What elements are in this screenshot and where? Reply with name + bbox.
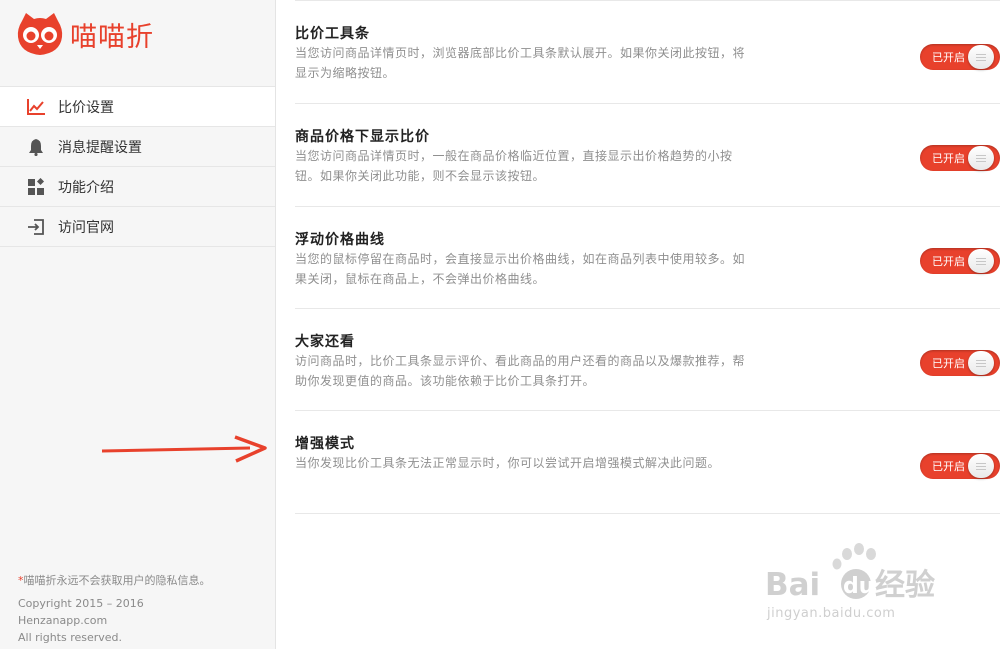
setting-title: 浮动价格曲线 xyxy=(295,232,385,248)
toggle-knob xyxy=(968,146,994,170)
setting-title: 商品价格下显示比价 xyxy=(295,129,430,145)
sidebar: 喵喵折 比价设置 消息提醒设置 功能介绍 访问官网 *喵喵折永远不会获取用户的隐… xyxy=(0,0,276,649)
watermark-brand: Bai xyxy=(765,567,820,603)
sidebar-item-label: 消息提醒设置 xyxy=(58,139,142,156)
privacy-note: *喵喵折永远不会获取用户的隐私信息。 xyxy=(18,572,211,589)
privacy-text: 喵喵折永远不会获取用户的隐私信息。 xyxy=(23,574,211,587)
bell-icon xyxy=(26,137,46,157)
sidebar-item-label: 功能介绍 xyxy=(58,179,114,196)
watermark-brand-cn: 经验 xyxy=(875,568,935,603)
settings-bottom-divider xyxy=(295,513,1000,514)
price-toolbar-toggle[interactable]: 已开启 xyxy=(920,44,1000,70)
setting-description: 当您的鼠标停留在商品时，会直接显示出价格曲线，如在商品列表中使用较多。如果关闭，… xyxy=(295,252,746,286)
setting-title: 大家还看 xyxy=(295,334,355,350)
floating-price-curve-toggle[interactable]: 已开启 xyxy=(920,248,1000,274)
setting-description: 当你发现比价工具条无法正常显示时，你可以尝试开启增强模式解决此问题。 xyxy=(295,456,721,470)
toggle-knob xyxy=(968,249,994,273)
sidebar-item-price-compare[interactable]: 比价设置 xyxy=(0,87,275,127)
feature-blocks-icon xyxy=(26,177,46,197)
baidu-jingyan-watermark: Bai du 经验 jingyan.baidu.com xyxy=(765,540,995,621)
sidebar-nav: 比价设置 消息提醒设置 功能介绍 访问官网 xyxy=(0,86,275,247)
sidebar-item-official-site[interactable]: 访问官网 xyxy=(0,207,275,247)
owl-logo-icon xyxy=(17,13,63,55)
sidebar-item-label: 访问官网 xyxy=(58,219,114,236)
toggle-knob xyxy=(968,454,994,478)
site-text: Henzanapp.com xyxy=(18,614,108,627)
watermark-brand-du: du xyxy=(843,574,874,599)
price-compare-below-price-toggle[interactable]: 已开启 xyxy=(920,145,1000,171)
setting-price-toolbar: 比价工具条 当您访问商品详情页时，浏览器底部比价工具条默认展开。如果你关闭此按钮… xyxy=(295,0,1000,103)
setting-description: 当您访问商品详情页时，浏览器底部比价工具条默认展开。如果你关闭此按钮，将显示为缩… xyxy=(295,46,746,80)
setting-description: 访问商品时，比价工具条显示评价、看此商品的用户还看的商品以及爆款推荐，帮助你发现… xyxy=(295,354,746,388)
setting-title: 增强模式 xyxy=(295,436,355,452)
copyright-text: Copyright 2015 – 2016 xyxy=(18,597,144,610)
toggle-label: 已开启 xyxy=(932,152,965,165)
setting-floating-price-curve: 浮动价格曲线 当您的鼠标停留在商品时，会直接显示出价格曲线，如在商品列表中使用较… xyxy=(295,206,1000,309)
app-logo[interactable]: 喵喵折 xyxy=(16,10,154,58)
setting-description: 当您访问商品详情页时，一般在商品价格临近位置，直接显示出价格趋势的小按钮。如果你… xyxy=(295,149,733,183)
enter-icon xyxy=(26,217,46,237)
enhanced-mode-toggle[interactable]: 已开启 xyxy=(920,453,1000,479)
setting-others-also-viewed: 大家还看 访问商品时，比价工具条显示评价、看此商品的用户还看的商品以及爆款推荐，… xyxy=(295,308,1000,411)
setting-price-compare-below-price: 商品价格下显示比价 当您访问商品详情页时，一般在商品价格临近位置，直接显示出价格… xyxy=(295,103,1000,206)
sidebar-footer: *喵喵折永远不会获取用户的隐私信息。 Copyright 2015 – 2016… xyxy=(18,572,211,646)
others-also-viewed-toggle[interactable]: 已开启 xyxy=(920,350,1000,376)
setting-title: 比价工具条 xyxy=(295,26,370,42)
chart-line-icon xyxy=(26,97,46,117)
rights-text: All rights reserved. xyxy=(18,631,123,644)
toggle-knob xyxy=(968,45,994,69)
sidebar-item-features[interactable]: 功能介绍 xyxy=(0,167,275,207)
setting-enhanced-mode: 增强模式 当你发现比价工具条无法正常显示时，你可以尝试开启增强模式解决此问题。 … xyxy=(295,410,1000,513)
red-arrow-annotation-icon xyxy=(101,435,267,463)
app-name: 喵喵折 xyxy=(70,21,154,53)
sidebar-item-label: 比价设置 xyxy=(58,99,114,116)
toggle-knob xyxy=(968,351,994,375)
toggle-label: 已开启 xyxy=(932,460,965,473)
sidebar-item-notifications[interactable]: 消息提醒设置 xyxy=(0,127,275,167)
watermark-url: jingyan.baidu.com xyxy=(767,606,896,621)
toggle-label: 已开启 xyxy=(932,357,965,370)
toggle-label: 已开启 xyxy=(932,255,965,268)
baidu-paw-logo-icon: Bai du 经验 xyxy=(765,543,935,603)
toggle-label: 已开启 xyxy=(932,51,965,64)
